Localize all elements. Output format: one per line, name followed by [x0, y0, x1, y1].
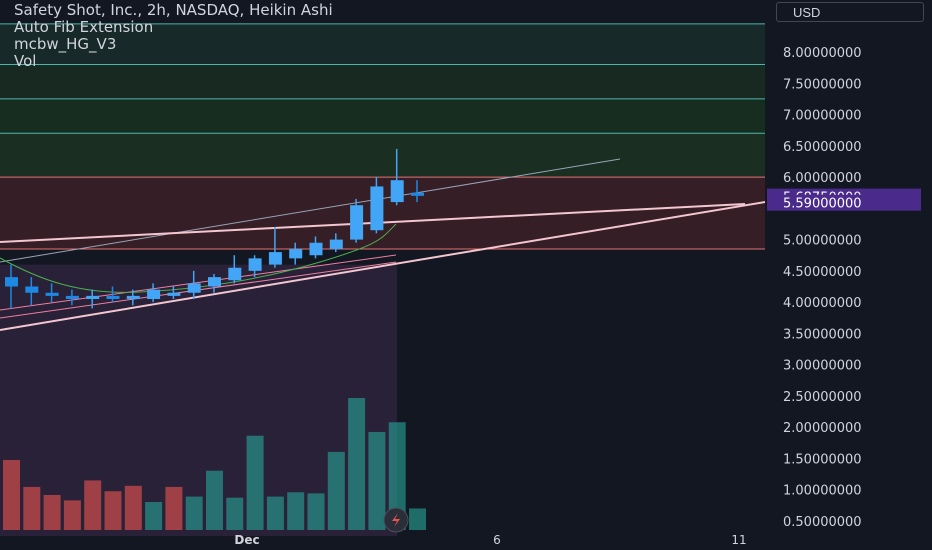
candle-body	[289, 248, 303, 259]
price-tick-label: 8.00000000	[783, 46, 862, 61]
volume-bar	[327, 451, 345, 530]
candle-body	[228, 267, 242, 281]
volume-bar	[165, 486, 183, 530]
currency-button[interactable]: USD	[776, 2, 924, 22]
volume-bar	[124, 485, 142, 530]
candle-body	[86, 295, 100, 300]
candle-body	[411, 192, 424, 196]
price-tick-label: 5.00000000	[783, 234, 862, 249]
candle-body	[390, 180, 404, 203]
volume-bar	[63, 500, 81, 530]
price-tick-label: 3.50000000	[783, 327, 862, 342]
candle-body	[106, 295, 120, 300]
candle-body	[248, 258, 262, 271]
candle-body	[45, 292, 59, 296]
volume-bar	[43, 494, 61, 530]
candle-body	[208, 277, 221, 287]
volume-bar	[84, 480, 102, 530]
candle-body	[25, 286, 39, 293]
price-tag-label: 5.59000000	[783, 197, 862, 212]
volume-bar	[368, 431, 386, 530]
price-tick-label: 3.00000000	[783, 359, 862, 374]
volume-bar	[185, 496, 203, 530]
volume-bar	[104, 491, 122, 530]
price-chart[interactable]: 8.00000000 7.50000000 7.00000000 6.50000000…	[0, 0, 932, 550]
indicator-fib-extension[interactable]: Auto Fib Extension	[14, 19, 333, 36]
fib-zone	[0, 133, 765, 178]
time-tick-label: 11	[731, 533, 746, 547]
chart-legend: Safety Shot, Inc., 2h, NASDAQ, Heikin As…	[14, 2, 333, 70]
price-tick-label: 4.50000000	[783, 265, 862, 280]
candle-body	[147, 289, 161, 300]
volume-bar	[266, 496, 284, 530]
volume-bar	[3, 459, 20, 530]
volume-bar	[23, 486, 41, 530]
volume-bar	[246, 435, 264, 530]
volume-bar	[206, 470, 223, 530]
indicator-volume[interactable]: Vol	[14, 53, 333, 70]
candle-body	[187, 283, 201, 293]
volume-bar	[145, 501, 163, 530]
price-tick-label: 0.50000000	[783, 515, 862, 530]
volume-bar	[287, 492, 305, 530]
candle-body	[268, 252, 282, 265]
candle-body	[126, 295, 140, 300]
price-tick-label: 1.50000000	[783, 452, 862, 467]
volume-bar	[307, 493, 325, 530]
price-tick-label: 4.00000000	[783, 296, 862, 311]
price-tick-label: 7.50000000	[783, 77, 862, 92]
fib-zone	[0, 98, 765, 134]
price-tick-label: 1.00000000	[783, 484, 862, 499]
time-tick-label: 6	[493, 533, 501, 547]
candle-body	[370, 186, 384, 231]
volume-bar	[226, 497, 244, 530]
time-tick-label: Dec	[234, 533, 259, 547]
candle-body	[167, 292, 181, 296]
price-tick-label: 2.00000000	[783, 421, 862, 436]
symbol-title[interactable]: Safety Shot, Inc., 2h, NASDAQ, Heikin As…	[14, 2, 333, 19]
indicator-mcbw[interactable]: mcbw_HG_V3	[14, 36, 333, 53]
price-tick-label: 6.00000000	[783, 171, 862, 186]
candle-body	[5, 277, 18, 287]
candle-body	[329, 239, 343, 249]
replay-icon[interactable]	[383, 507, 409, 533]
candle-body	[65, 295, 79, 300]
candle-body	[309, 242, 323, 256]
price-tick-label: 7.00000000	[783, 109, 862, 124]
volume-bar	[348, 398, 366, 530]
volume-bar	[409, 508, 426, 530]
price-tick-label: 2.50000000	[783, 390, 862, 405]
candle-body	[350, 205, 364, 240]
price-tick-label: 6.50000000	[783, 140, 862, 155]
